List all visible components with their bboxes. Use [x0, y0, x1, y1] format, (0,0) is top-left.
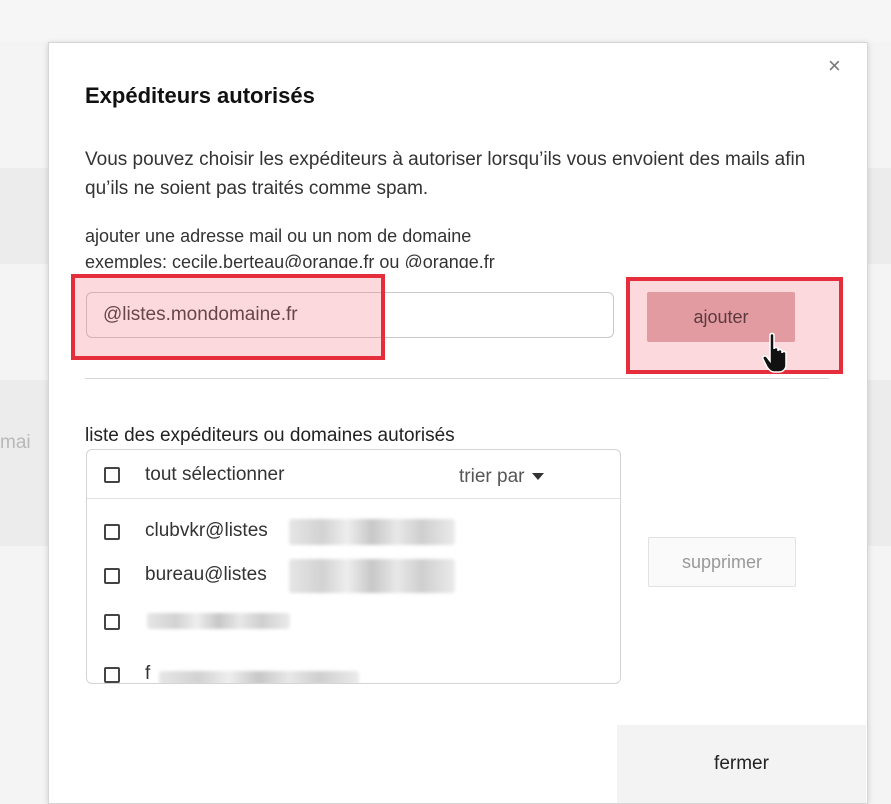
- sender-address-input[interactable]: [86, 292, 614, 338]
- item-address-prefix: bureau@listes: [145, 564, 267, 585]
- list-item[interactable]: clubvkr@listes: [87, 509, 620, 553]
- allowed-list-label: liste des expéditeurs ou domaines autori…: [85, 425, 455, 446]
- close-button[interactable]: fermer: [617, 725, 866, 803]
- hand-pointer-icon: [762, 332, 787, 373]
- item-checkbox[interactable]: [104, 524, 120, 540]
- redacted-address: [147, 613, 290, 629]
- chevron-down-icon: [532, 473, 545, 481]
- item-checkbox[interactable]: [104, 614, 120, 630]
- sort-dropdown[interactable]: trier par: [459, 466, 545, 488]
- allowed-senders-dialog: × Expéditeurs autorisés Vous pouvez choi…: [48, 42, 868, 804]
- close-icon[interactable]: ×: [828, 55, 841, 77]
- add-hint: ajouter une adresse mail ou un nom de do…: [85, 223, 685, 268]
- background-band-top: [0, 0, 891, 42]
- redacted-address-part: [289, 519, 455, 545]
- list-item[interactable]: [87, 599, 620, 643]
- example-text: exemples: cecile.berteau@orange.fr ou @o…: [85, 252, 495, 268]
- list-item[interactable]: f: [87, 649, 620, 684]
- background-text-fragment: mai: [0, 432, 31, 453]
- item-checkbox[interactable]: [104, 667, 120, 683]
- item-address-prefix: clubvkr@listes: [145, 520, 268, 541]
- dialog-title: Expéditeurs autorisés: [85, 83, 315, 108]
- add-hint-text: ajouter une adresse mail ou un nom de do…: [85, 226, 472, 246]
- redacted-address-part: [289, 559, 455, 593]
- sort-label: trier par: [459, 466, 525, 487]
- list-item[interactable]: bureau@listes: [87, 553, 620, 597]
- allowed-senders-list[interactable]: tout sélectionner trier par clubvkr@list…: [86, 449, 621, 684]
- section-divider: [85, 378, 829, 379]
- select-all-checkbox[interactable]: [104, 467, 120, 483]
- dialog-description: Vous pouvez choisir les expéditeurs à au…: [85, 149, 806, 199]
- list-header: tout sélectionner trier par: [87, 450, 620, 499]
- redacted-address: [159, 671, 359, 683]
- item-checkbox[interactable]: [104, 568, 120, 584]
- item-address-prefix: f: [145, 663, 151, 684]
- delete-button[interactable]: supprimer: [648, 537, 796, 587]
- select-all-label: tout sélectionner: [145, 464, 285, 485]
